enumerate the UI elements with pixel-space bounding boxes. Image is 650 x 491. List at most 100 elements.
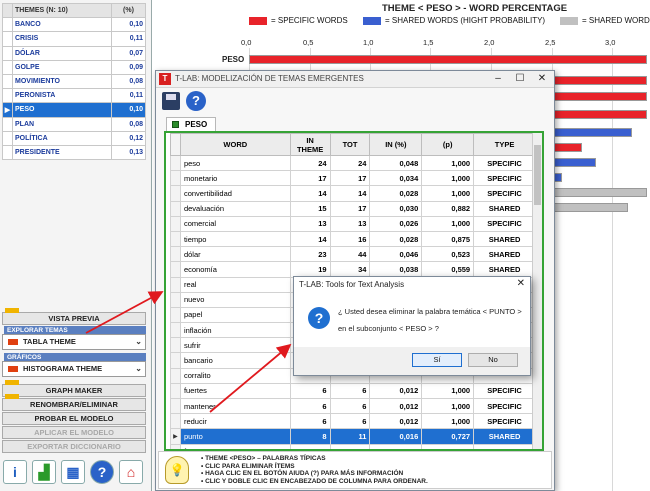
col-word[interactable]: WORD bbox=[179, 133, 291, 156]
cell-tot[interactable]: 34 bbox=[329, 261, 371, 278]
minimize-icon[interactable]: – bbox=[488, 72, 508, 86]
cell-tot[interactable]: 44 bbox=[329, 246, 371, 263]
cell-word[interactable]: monetario bbox=[179, 170, 291, 187]
cell-in-pct[interactable]: 0,012 bbox=[369, 397, 423, 415]
themes-header-pct[interactable]: (%) bbox=[111, 2, 146, 19]
cell-in-pct[interactable]: 0,030 bbox=[369, 200, 423, 217]
cell-in-theme[interactable]: 19 bbox=[289, 261, 331, 278]
cell-word[interactable]: convertibilidad bbox=[179, 185, 291, 202]
theme-row[interactable]: PLAN 0,08 bbox=[2, 116, 146, 132]
cell-p[interactable]: 0,727 bbox=[421, 428, 475, 445]
table-row[interactable]: dólar 23 44 0,046 0,523 SHARED bbox=[170, 246, 536, 263]
cell-word[interactable]: nuevo bbox=[179, 291, 291, 308]
vertical-scrollbar[interactable] bbox=[532, 133, 542, 449]
theme-name[interactable]: CRISIS bbox=[12, 31, 112, 47]
cell-tot[interactable]: 6 bbox=[329, 382, 371, 400]
cell-tot[interactable]: 17 bbox=[329, 200, 371, 217]
cell-type[interactable]: SPECIFIC bbox=[473, 397, 536, 415]
theme-row[interactable]: PRESIDENTE 0,13 bbox=[2, 144, 146, 161]
theme-row[interactable]: GOLPE 0,09 bbox=[2, 59, 146, 75]
themes-header-name[interactable]: THEMES (N: 10) bbox=[12, 2, 112, 19]
cell-in-pct[interactable]: 0,028 bbox=[369, 230, 423, 248]
cell-in-pct[interactable]: 0,034 bbox=[369, 170, 423, 187]
save-icon[interactable] bbox=[162, 92, 180, 110]
cell-in-pct[interactable]: 0,038 bbox=[369, 261, 423, 278]
theme-row[interactable]: DÓLAR 0,07 bbox=[2, 45, 146, 61]
help-icon[interactable]: ? bbox=[186, 91, 206, 111]
cell-word[interactable]: dólar bbox=[179, 246, 291, 263]
theme-name[interactable]: PLAN bbox=[12, 116, 112, 132]
theme-name[interactable]: BANCO bbox=[12, 17, 112, 33]
window-titlebar[interactable]: T T-LAB: MODELIZACIÓN DE TEMAS EMERGENTE… bbox=[156, 71, 554, 88]
cell-tot[interactable]: 6 bbox=[329, 397, 371, 415]
cell-tot[interactable]: 17 bbox=[329, 170, 371, 187]
tab-peso[interactable]: PESO bbox=[166, 117, 217, 131]
cell-word[interactable]: comercial bbox=[179, 215, 291, 232]
cell-in-theme[interactable]: 8 bbox=[289, 443, 331, 449]
cell-word[interactable]: reducir bbox=[179, 413, 291, 430]
cell-type[interactable]: SHARED bbox=[473, 200, 536, 217]
theme-name[interactable]: POLÍTICA bbox=[12, 130, 112, 146]
cell-in-theme[interactable]: 6 bbox=[289, 397, 331, 415]
cell-type[interactable]: SHARED bbox=[473, 230, 536, 248]
cell-p[interactable]: 1,000 bbox=[421, 397, 475, 415]
cell-p[interactable]: 1,000 bbox=[421, 185, 475, 202]
cell-word[interactable]: forma bbox=[179, 443, 291, 449]
graph-maker-button[interactable]: GRAPH MAKER bbox=[2, 384, 146, 397]
theme-name[interactable]: PERONISTA bbox=[12, 88, 112, 104]
col-in-pct[interactable]: IN (%) bbox=[369, 133, 423, 156]
col-tot[interactable]: TOT bbox=[329, 133, 371, 156]
cell-in-pct[interactable]: 0,028 bbox=[369, 185, 423, 202]
probar-modelo-button[interactable]: PROBAR EL MODELO bbox=[2, 412, 146, 425]
cell-type[interactable]: SPECIFIC bbox=[473, 413, 536, 430]
cell-p[interactable]: 1,000 bbox=[421, 170, 475, 187]
cell-in-theme[interactable]: 6 bbox=[289, 382, 331, 400]
cell-word[interactable]: peso bbox=[179, 154, 291, 172]
cell-word[interactable]: sufrir bbox=[179, 337, 291, 354]
cell-tot[interactable]: 14 bbox=[329, 185, 371, 202]
theme-name[interactable]: GOLPE bbox=[12, 59, 112, 75]
cell-word[interactable]: punto bbox=[179, 428, 291, 445]
cell-tot[interactable]: 16 bbox=[329, 230, 371, 248]
col-type[interactable]: TYPE bbox=[473, 133, 536, 156]
theme-name[interactable]: PESO bbox=[12, 102, 112, 118]
aplicar-modelo-button[interactable]: APLICAR EL MODELO bbox=[2, 426, 146, 439]
table-row[interactable]: peso 24 24 0,048 1,000 SPECIFIC bbox=[170, 154, 536, 172]
dialog-title[interactable]: T-LAB: Tools for Text Analysis bbox=[294, 277, 530, 292]
table-row[interactable]: mantener 6 6 0,012 1,000 SPECIFIC bbox=[170, 397, 536, 415]
cell-in-theme[interactable]: 15 bbox=[289, 200, 331, 217]
cell-p[interactable]: 1,000 bbox=[421, 382, 475, 400]
cell-type[interactable]: SHARED bbox=[473, 246, 536, 263]
theme-name[interactable]: DÓLAR bbox=[12, 45, 112, 61]
table-row[interactable]: forma8110,0160,727SHARED bbox=[170, 443, 536, 449]
cell-in-pct[interactable]: 0,012 bbox=[369, 382, 423, 400]
table-row[interactable]: fuertes 6 6 0,012 1,000 SPECIFIC bbox=[170, 382, 536, 400]
graficos-select[interactable]: HISTOGRAMA THEME ⌄ bbox=[2, 361, 146, 377]
chevron-down-icon[interactable]: ⌄ bbox=[135, 335, 142, 349]
table-row[interactable]: devaluación 15 17 0,030 0,882 SHARED bbox=[170, 200, 536, 217]
theme-name[interactable]: MOVIMIENTO bbox=[12, 73, 112, 90]
close-icon[interactable]: ✕ bbox=[532, 72, 552, 86]
cell-word[interactable]: real bbox=[179, 276, 291, 293]
cell-p[interactable]: 1,000 bbox=[421, 413, 475, 430]
cell-type[interactable]: SPECIFIC bbox=[473, 170, 536, 187]
table-row[interactable]: economía 19 34 0,038 0,559 SHARED bbox=[170, 261, 536, 278]
cell-type[interactable]: SPECIFIC bbox=[473, 382, 536, 400]
grid-icon[interactable]: ▦ bbox=[61, 460, 85, 484]
cell-word[interactable]: tiempo bbox=[179, 230, 291, 248]
cell-word[interactable]: papel bbox=[179, 306, 291, 324]
renombrar-eliminar-button[interactable]: RENOMBRAR/ELIMINAR bbox=[2, 398, 146, 411]
cell-in-theme[interactable]: 8 bbox=[289, 428, 331, 445]
cell-p[interactable]: 0,882 bbox=[421, 200, 475, 217]
table-row[interactable]: tiempo 14 16 0,028 0,875 SHARED bbox=[170, 230, 536, 248]
cell-in-pct[interactable]: 0,012 bbox=[369, 413, 423, 430]
theme-row[interactable]: PERONISTA 0,11 bbox=[2, 88, 146, 104]
cell-in-theme[interactable]: 17 bbox=[289, 170, 331, 187]
cell-in-theme[interactable]: 13 bbox=[289, 215, 331, 232]
cell-p[interactable]: 0,523 bbox=[421, 246, 475, 263]
cell-in-pct[interactable]: 0,026 bbox=[369, 215, 423, 232]
cell-type[interactable]: SHARED bbox=[473, 443, 536, 449]
maximize-icon[interactable]: ☐ bbox=[510, 72, 530, 86]
cell-p[interactable]: 1,000 bbox=[421, 154, 475, 172]
close-icon[interactable]: ✕ bbox=[517, 278, 525, 289]
